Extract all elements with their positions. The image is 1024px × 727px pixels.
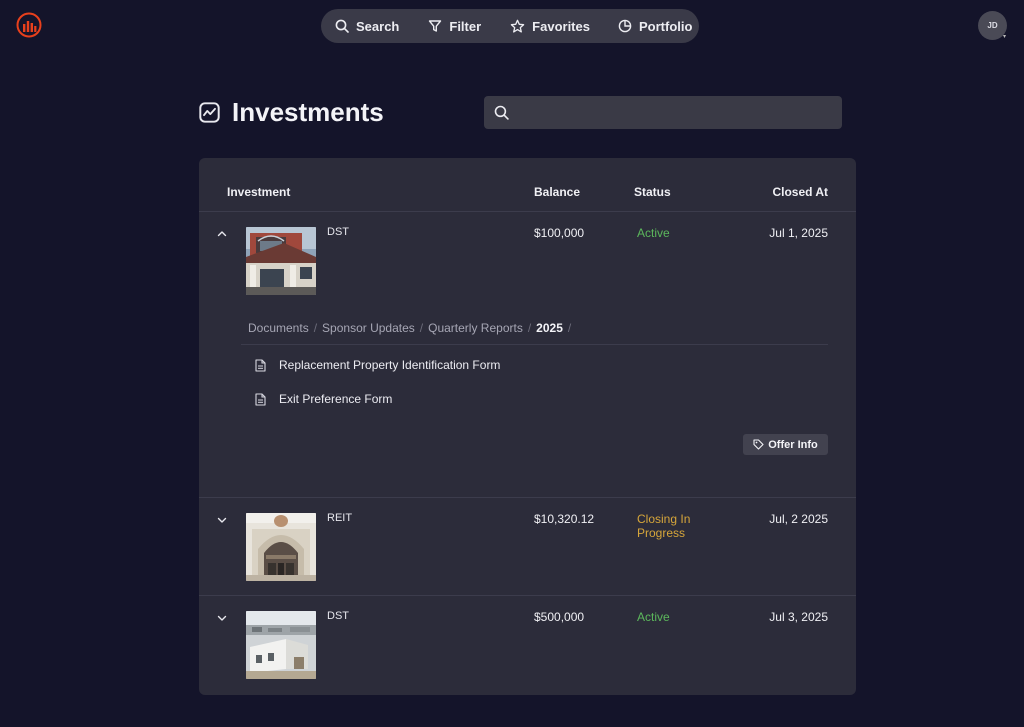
closed-at-date: Jul 1, 2025 — [769, 226, 828, 240]
document-icon — [255, 358, 266, 372]
column-header-closed-at: Closed At — [772, 185, 828, 199]
document-name: Replacement Property Identification Form — [279, 358, 501, 372]
star-icon — [510, 19, 525, 33]
status-badge: Active — [637, 226, 670, 240]
breadcrumb-sponsor-updates[interactable]: Sponsor Updates — [322, 321, 415, 335]
chevron-down-icon: ▾ — [1002, 34, 1006, 40]
closed-at-date: Jul 3, 2025 — [769, 610, 828, 624]
table-row[interactable]: REIT $10,320.12 Closing In Progress Jul,… — [199, 498, 856, 596]
breadcrumb: Documents / Sponsor Updates / Quarterly … — [248, 321, 576, 335]
divider — [241, 344, 828, 345]
nav-favorites-button[interactable]: Favorites — [510, 19, 590, 34]
property-thumbnail — [246, 513, 316, 581]
status-badge: Active — [637, 610, 670, 624]
investment-balance: $500,000 — [534, 610, 585, 624]
page-title: Investments — [232, 97, 384, 127]
chevron-up-icon[interactable] — [216, 228, 228, 240]
status-badge: Closing In Progress — [637, 512, 691, 540]
nav-search-label: Search — [356, 18, 400, 34]
column-header-investment: Investment — [227, 185, 291, 199]
investment-type: DST — [327, 610, 349, 622]
user-initials: JD — [987, 21, 998, 30]
offer-info-label: Offer Info — [768, 438, 818, 451]
document-item-replacement-property[interactable]: Replacement Property Identification Form — [255, 358, 500, 372]
nav-search-button[interactable]: Search — [335, 19, 399, 34]
breadcrumb-quarterly-reports[interactable]: Quarterly Reports — [428, 321, 523, 335]
investment-search-box[interactable] — [484, 96, 842, 129]
document-icon — [255, 392, 266, 406]
investment-balance: $10,320.12 — [534, 512, 595, 526]
property-thumbnail — [246, 227, 316, 295]
closed-at-date: Jul, 2 2025 — [769, 512, 828, 526]
nav-filter-label: Filter — [449, 18, 482, 34]
chevron-down-icon[interactable] — [216, 612, 228, 624]
table-row[interactable]: DST $500,000 Active Jul 3, 2025 — [199, 596, 856, 695]
filter-icon — [429, 20, 442, 32]
document-name: Exit Preference Form — [279, 392, 393, 406]
nav-portfolio-label: Portfolio — [638, 18, 693, 34]
nav-filter-button[interactable]: Filter — [428, 19, 481, 34]
property-thumbnail — [246, 611, 316, 679]
nav-portfolio-button[interactable]: Portfolio — [618, 19, 692, 34]
table-row[interactable]: DST $100,000 Active Jul 1, 2025 Document… — [199, 212, 856, 498]
breadcrumb-separator: / — [527, 321, 532, 335]
column-header-balance: Balance — [534, 185, 581, 199]
tag-icon — [753, 439, 764, 450]
investment-search-input[interactable] — [517, 105, 837, 120]
table-header: Investment Balance Status Closed At — [199, 158, 856, 212]
user-avatar[interactable]: JD ▾ — [978, 11, 1007, 40]
pie-chart-icon — [618, 19, 632, 33]
breadcrumb-documents[interactable]: Documents — [248, 321, 309, 335]
investments-table: Investment Balance Status Closed At DST … — [199, 158, 856, 695]
breadcrumb-separator: / — [567, 321, 572, 335]
top-navigation: Search Filter Favorites Portfolio — [321, 9, 699, 43]
breadcrumb-separator: / — [313, 321, 318, 335]
investment-type: DST — [327, 226, 349, 238]
breadcrumb-separator: / — [419, 321, 424, 335]
breadcrumb-current-2025: 2025 — [536, 321, 563, 335]
chevron-down-icon[interactable] — [216, 514, 228, 526]
document-item-exit-preference[interactable]: Exit Preference Form — [255, 392, 392, 406]
trend-line-icon — [199, 102, 220, 123]
column-header-status: Status — [634, 185, 671, 199]
nav-favorites-label: Favorites — [532, 18, 590, 34]
offer-info-button[interactable]: Offer Info — [743, 434, 828, 455]
investment-balance: $100,000 — [534, 226, 585, 240]
brand-logo-icon[interactable] — [16, 12, 42, 38]
search-icon — [494, 105, 509, 120]
investment-type: REIT — [327, 512, 353, 524]
search-icon — [335, 19, 349, 33]
